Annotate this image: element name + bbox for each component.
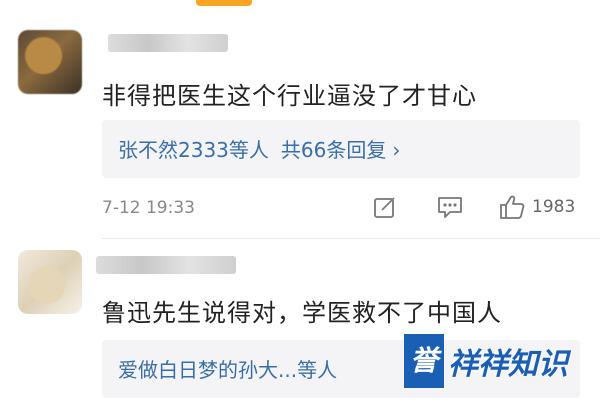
comment-icon [438,197,462,218]
watermark-badge: 誉 [404,334,445,388]
avatar[interactable] [18,30,82,94]
comment-text: 鲁迅先生说得对，学医救不了中国人 [102,299,502,327]
reply-summary[interactable]: 张不然2333等人 共66条回复 › [102,120,580,178]
top-accent-bar [196,0,252,6]
reply-names: 张不然2333等人 [118,138,269,162]
divider [102,238,600,239]
thumbs-up-icon [500,195,525,219]
comment-timestamp: 7-12 19:33 [102,198,195,218]
watermark-logo: 誉 祥祥知识 [404,334,568,388]
reply-button[interactable] [372,193,398,221]
edit-icon [374,197,395,218]
comment-button[interactable] [436,193,464,221]
reply-count: 共66条回复 [280,138,387,162]
username-blurred[interactable] [96,256,236,274]
like-count: 1983 [532,197,576,217]
chevron-right-icon: › [392,138,401,162]
avatar[interactable] [18,250,82,314]
reply-names: 爱做白日梦的孙大...等人 [118,358,338,382]
like-button[interactable]: 1983 [498,193,575,221]
watermark-text: 祥祥知识 [448,347,569,382]
username-blurred[interactable] [108,34,228,52]
comment-text: 非得把医生这个行业逼没了才甘心 [102,82,477,110]
